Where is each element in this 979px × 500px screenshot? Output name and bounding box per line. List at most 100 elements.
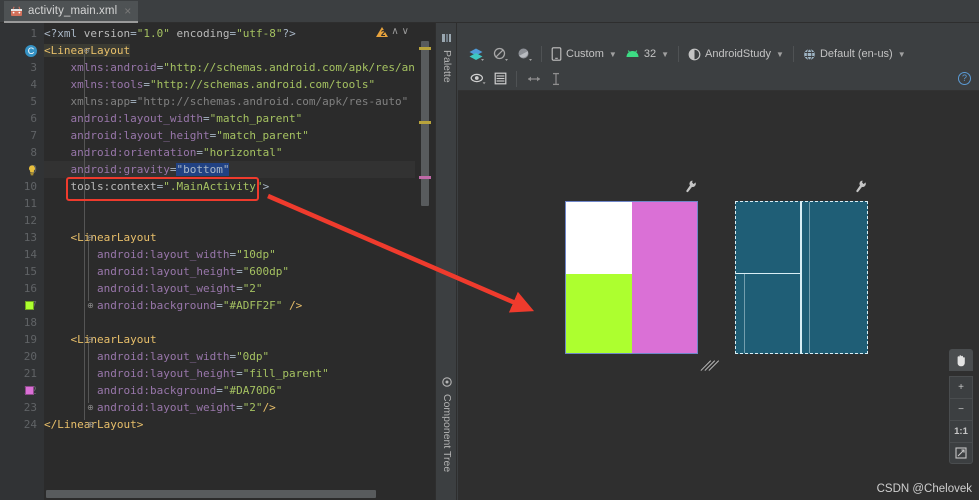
scrollbar-warning-marker[interactable] — [419, 47, 431, 50]
gutter-line-23[interactable]: 23 — [0, 399, 44, 416]
wrench-icon[interactable] — [855, 180, 867, 193]
zoom-in-icon[interactable]: + — [949, 376, 973, 398]
code-line-14[interactable]: android:layout_width="10dp" — [44, 246, 415, 263]
editor-horizontal-scrollbar[interactable] — [44, 488, 415, 499]
gutter-line-16[interactable]: 16 — [0, 280, 44, 297]
zoom-out-icon[interactable]: − — [949, 398, 973, 420]
gutter-line-15[interactable]: 15 — [0, 263, 44, 280]
chevron-down-icon[interactable]: ▼ — [661, 50, 669, 59]
chevron-down-icon[interactable]: ▼ — [776, 50, 784, 59]
scrollbar-warning-marker[interactable] — [419, 121, 431, 124]
blueprint-frame[interactable] — [735, 201, 868, 354]
next-problem-icon[interactable]: ∨ — [402, 26, 409, 37]
code-line-5[interactable]: xmlns:app="http://schemas.android.com/ap… — [44, 93, 415, 110]
code-line-15[interactable]: android:layout_height="600dp" — [44, 263, 415, 280]
chevron-down-icon[interactable]: ▼ — [609, 50, 617, 59]
fold-collapse-icon[interactable]: ⊕ — [86, 403, 95, 412]
blueprint-preview[interactable] — [735, 180, 868, 354]
code-line-24[interactable]: </LinearLayout> — [44, 416, 415, 433]
code-line-18[interactable] — [44, 314, 415, 331]
code-line-21[interactable]: android:layout_height="fill_parent" — [44, 365, 415, 382]
editor-vertical-scrollbar[interactable] — [415, 23, 435, 500]
sidebar-item-palette[interactable]: Palette — [436, 29, 458, 87]
layout-list-button[interactable] — [490, 69, 511, 89]
device-render-preview[interactable] — [565, 180, 720, 372]
fold-collapse-icon[interactable]: ⊕ — [86, 420, 95, 429]
gutter-line-11[interactable]: 11 — [0, 195, 44, 212]
gutter-line-7[interactable]: 7 — [0, 127, 44, 144]
gutter-line-21[interactable]: 21 — [0, 365, 44, 382]
gutter-line-14[interactable]: 14 — [0, 246, 44, 263]
code-line-9[interactable]: android:gravity="bottom" — [44, 161, 415, 178]
inspection-warning-chip[interactable]: 2 ∧ ∨ — [376, 26, 409, 37]
color-swatch-icon[interactable] — [25, 301, 34, 310]
code-line-10[interactable]: tools:context=".MainActivity"> — [44, 178, 415, 195]
gutter-line-22[interactable]: 22 — [0, 382, 44, 399]
code-line-16[interactable]: android:layout_weight="2" — [44, 280, 415, 297]
toggle-constraints-button[interactable] — [488, 44, 512, 64]
help-question-icon[interactable]: ? — [958, 72, 971, 85]
gutter-line-6[interactable]: 6 — [0, 110, 44, 127]
gutter-line-3[interactable]: 3 — [0, 59, 44, 76]
code-line-17[interactable]: android:background="#ADFF2F" /> — [44, 297, 415, 314]
left-linearlayout-render[interactable] — [566, 202, 632, 353]
design-canvas[interactable] — [458, 91, 979, 500]
gutter-line-20[interactable]: 20 — [0, 348, 44, 365]
code-line-3[interactable]: xmlns:android="http://schemas.android.co… — [44, 59, 416, 76]
sidebar-item-component-tree[interactable]: Component Tree — [436, 373, 458, 476]
tab-activity-main-xml[interactable]: activity_main.xml × — [4, 1, 139, 23]
chevron-down-icon[interactable]: ▼ — [898, 50, 906, 59]
code-editor[interactable]: 12C3456789101112131415161718192021222324… — [0, 23, 435, 500]
code-line-7[interactable]: android:layout_height="match_parent" — [44, 127, 415, 144]
code-text-area[interactable]: <?xml version="1.0" encoding="utf-8"?> <L… — [44, 23, 415, 500]
code-line-12[interactable] — [44, 212, 415, 229]
gutter-line-24[interactable]: 24 — [0, 416, 44, 433]
code-line-6[interactable]: android:layout_width="match_parent" — [44, 110, 415, 127]
gutter-line-10[interactable]: 10 — [0, 178, 44, 195]
wrench-icon[interactable] — [685, 180, 697, 193]
gutter-line-5[interactable]: 5 — [0, 93, 44, 110]
code-line-4[interactable]: xmlns:tools="http://schemas.android.com/… — [44, 76, 415, 93]
code-line-19[interactable]: <LinearLayout — [44, 331, 415, 348]
code-line-11[interactable] — [44, 195, 415, 212]
scrollbar-change-marker[interactable] — [419, 176, 431, 179]
gutter-line-18[interactable]: 18 — [0, 314, 44, 331]
code-line-22[interactable]: android:background="#DA70D6" — [44, 382, 415, 399]
gutter-line-17[interactable]: 17 — [0, 297, 44, 314]
zoom-actual-icon[interactable]: 1:1 — [949, 420, 973, 442]
device-frame[interactable] — [565, 201, 698, 354]
locale-selector[interactable]: Default (en-us) ▼ — [799, 44, 910, 64]
visibility-toggle-button[interactable] — [466, 69, 490, 89]
gutter-line-9[interactable]: 9 — [0, 161, 44, 178]
gutter-line-13[interactable]: 13 — [0, 229, 44, 246]
code-line-13[interactable]: <LinearLayout — [44, 229, 415, 246]
gutter-line-2[interactable]: 2C — [0, 42, 44, 59]
zoom-fit-icon[interactable] — [949, 442, 973, 464]
gutter-line-8[interactable]: 8 — [0, 144, 44, 161]
editor-gutter[interactable]: 12C3456789101112131415161718192021222324 — [0, 23, 44, 500]
hscrollbar-thumb[interactable] — [46, 490, 376, 498]
device-selector[interactable]: Custom ▼ — [547, 44, 621, 64]
horizontal-resize-button[interactable] — [522, 69, 546, 89]
pan-hand-icon[interactable] — [949, 349, 973, 371]
gutter-line-19[interactable]: 19 — [0, 331, 44, 348]
api-level-selector[interactable]: 32 ▼ — [621, 44, 673, 64]
gutter-line-4[interactable]: 4 — [0, 76, 44, 93]
fold-collapse-icon[interactable]: ⊕ — [86, 301, 95, 310]
resize-handle[interactable] — [700, 357, 720, 372]
theme-selector[interactable]: AndroidStudy ▼ — [684, 44, 788, 64]
code-line-20[interactable]: android:layout_width="0dp" — [44, 348, 415, 365]
code-line-23[interactable]: android:layout_weight="2"/> — [44, 399, 415, 416]
render-issues-button[interactable] — [512, 44, 536, 64]
prev-problem-icon[interactable]: ∧ — [391, 26, 398, 37]
class-marker-icon[interactable]: C — [25, 44, 37, 57]
code-line-1[interactable]: <?xml version="1.0" encoding="utf-8"?> — [44, 25, 415, 42]
design-surface-icon-button[interactable] — [464, 44, 488, 64]
gutter-line-1[interactable]: 1 — [0, 25, 44, 42]
vertical-resize-button[interactable] — [546, 69, 566, 89]
gutter-line-12[interactable]: 12 — [0, 212, 44, 229]
code-folding-column[interactable]: ⊖ ⊖ ⊕ ⊖ ⊕ ⊕ — [83, 23, 98, 500]
code-line-2[interactable]: <LinearLayout — [44, 42, 415, 59]
intention-bulb-icon[interactable] — [28, 163, 36, 176]
close-icon[interactable]: × — [124, 5, 131, 17]
